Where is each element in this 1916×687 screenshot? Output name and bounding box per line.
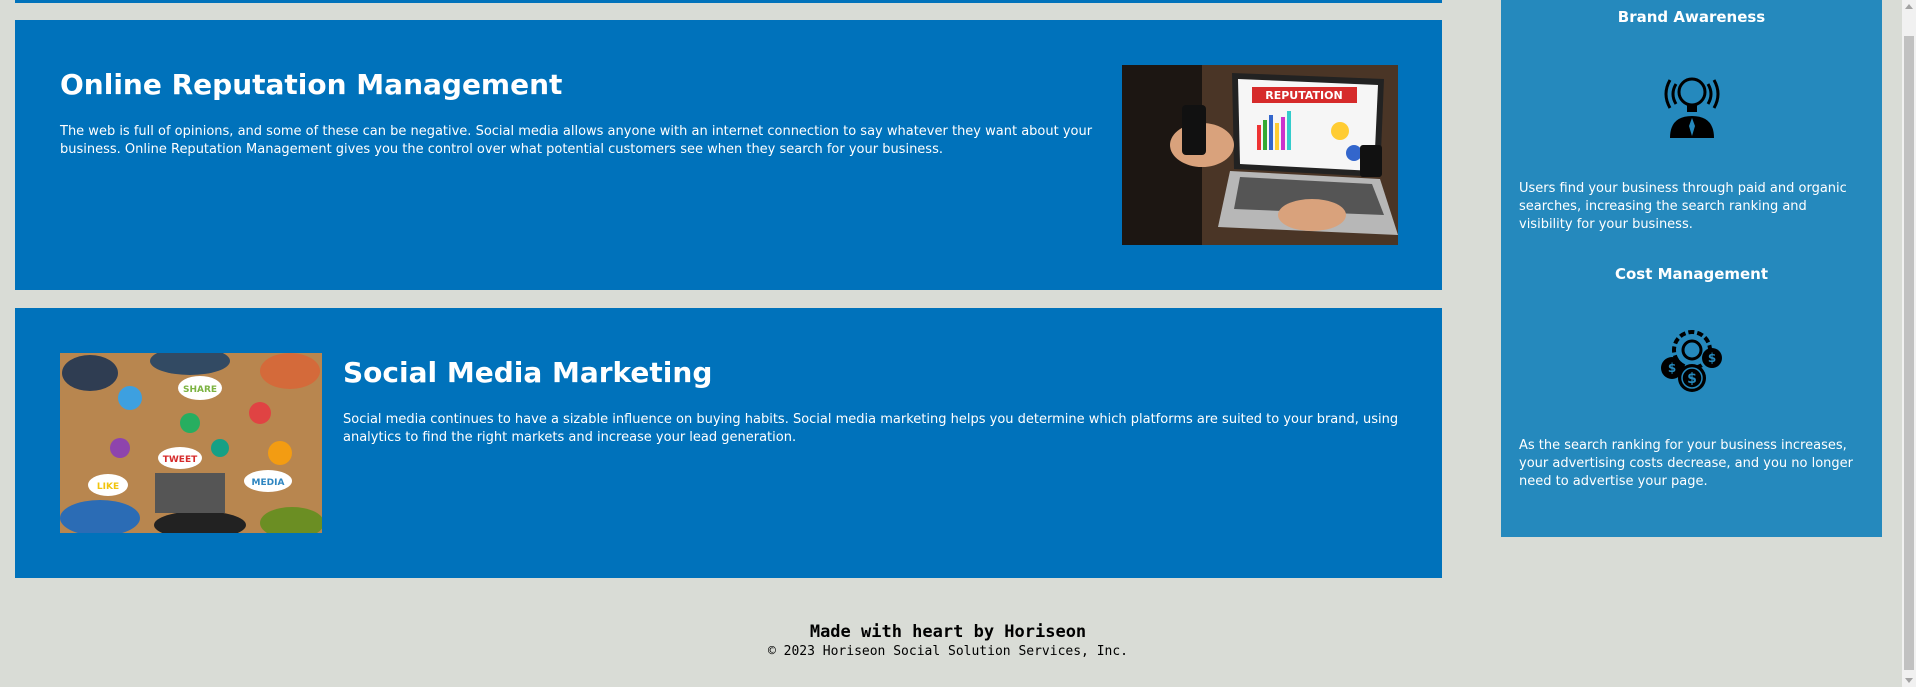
vertical-scrollbar[interactable]: [1902, 0, 1916, 687]
lightbulb-person-icon: [1656, 66, 1728, 138]
card-text: The web is full of opinions, and some of…: [60, 124, 1093, 157]
reputation-screen-label: REPUTATION: [1265, 89, 1342, 102]
previous-card-edge: [15, 0, 1442, 3]
bubble-share: SHARE: [183, 385, 217, 395]
bubble-like: LIKE: [97, 482, 119, 492]
card-social-media-marketing: SHARE TWEET LIKE MEDIA Social Media Mark…: [15, 308, 1442, 578]
bubble-media: MEDIA: [252, 478, 285, 488]
page-footer: Made with heart by Horiseon © 2023 Horis…: [0, 622, 1896, 659]
benefit-text-cost-management: As the search ranking for your business …: [1519, 438, 1854, 489]
scroll-up-arrow-icon[interactable]: [1905, 4, 1913, 9]
bubble-tweet: TWEET: [163, 455, 198, 465]
svg-text:$: $: [1687, 371, 1697, 387]
card-title: Social Media Marketing: [343, 356, 713, 389]
benefits-sidebar: Brand Awareness Users find your business…: [1501, 0, 1882, 537]
reputation-laptop-image: REPUTATION: [1122, 65, 1398, 245]
scroll-down-arrow-icon[interactable]: [1905, 678, 1913, 683]
scrollbar-thumb[interactable]: [1904, 36, 1914, 670]
svg-text:$: $: [1708, 351, 1716, 365]
benefit-title-brand-awareness: Brand Awareness: [1617, 8, 1766, 26]
benefit-title-cost-management: Cost Management: [1614, 265, 1769, 283]
footer-copyright: © 2023 Horiseon Social Solution Services…: [767, 644, 1129, 659]
card-title: Online Reputation Management: [60, 68, 563, 101]
benefit-text-brand-awareness: Users find your business through paid an…: [1519, 181, 1847, 232]
social-media-team-image: SHARE TWEET LIKE MEDIA: [60, 353, 322, 533]
gear-dollar-icon: $ $ $: [1656, 324, 1728, 396]
footer-heading: Made with heart by Horiseon: [809, 622, 1087, 642]
card-online-reputation-management: Online Reputation Management The web is …: [15, 20, 1442, 290]
svg-text:$: $: [1668, 361, 1676, 375]
card-text: Social media continues to have a sizable…: [343, 412, 1399, 445]
